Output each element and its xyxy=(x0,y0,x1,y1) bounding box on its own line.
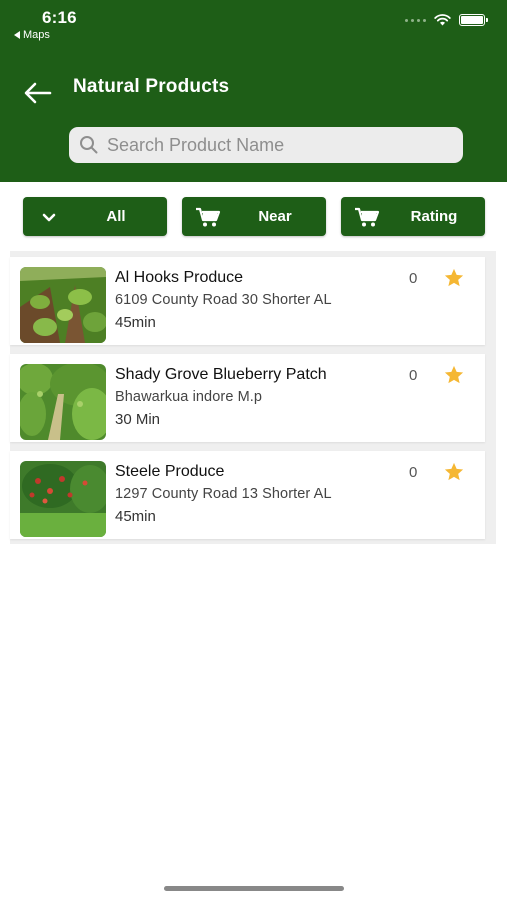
status-indicators xyxy=(405,14,488,26)
star-icon[interactable] xyxy=(443,268,465,288)
filter-bar: All Near Rating xyxy=(0,197,507,237)
status-back-label: Maps xyxy=(23,29,50,41)
cart-icon xyxy=(355,207,380,227)
back-triangle-icon xyxy=(14,31,20,39)
app-header: 6:16 Maps Natural Products xyxy=(0,0,507,182)
product-time: 45min xyxy=(115,314,156,331)
star-icon[interactable] xyxy=(443,365,465,385)
filter-rating-button[interactable]: Rating xyxy=(341,197,485,236)
status-time: 6:16 xyxy=(42,8,77,27)
filter-rating-label: Rating xyxy=(410,208,458,225)
product-name: Al Hooks Produce xyxy=(115,269,244,286)
filter-all-label: All xyxy=(106,208,126,225)
product-card[interactable]: Shady Grove Blueberry Patch Bhawarkua in… xyxy=(10,354,485,442)
chevron-down-icon xyxy=(42,213,56,222)
page-title: Natural Products xyxy=(73,76,230,97)
cart-icon xyxy=(196,207,221,227)
home-indicator[interactable] xyxy=(164,886,344,891)
search-input[interactable] xyxy=(107,134,447,156)
filter-near-button[interactable]: Near xyxy=(182,197,326,236)
star-icon[interactable] xyxy=(443,462,465,482)
search-icon xyxy=(80,136,98,154)
filter-all-button[interactable]: All xyxy=(23,197,167,236)
product-list: Al Hooks Produce 6109 County Road 30 Sho… xyxy=(10,251,496,544)
product-time: 30 Min xyxy=(115,411,161,428)
product-name: Shady Grove Blueberry Patch xyxy=(115,366,327,383)
product-address: Bhawarkua indore M.p xyxy=(115,389,263,405)
product-address: 1297 County Road 13 Shorter AL xyxy=(115,486,332,502)
status-back-to-app[interactable]: Maps xyxy=(14,29,50,41)
search-bar[interactable] xyxy=(69,127,463,163)
product-card[interactable]: Steele Produce 1297 County Road 13 Short… xyxy=(10,451,485,539)
product-address: 6109 County Road 30 Shorter AL xyxy=(115,292,332,308)
rating-count: 0 xyxy=(409,464,418,481)
product-time: 45min xyxy=(115,508,156,525)
wifi-icon xyxy=(434,14,451,26)
signal-icon xyxy=(405,18,426,22)
product-name: Steele Produce xyxy=(115,463,225,480)
product-image xyxy=(20,461,106,537)
rating-count: 0 xyxy=(409,367,418,384)
rating-count: 0 xyxy=(409,270,418,287)
product-image xyxy=(20,364,106,440)
battery-icon xyxy=(459,14,488,26)
filter-near-label: Near xyxy=(258,208,292,225)
product-image xyxy=(20,267,106,343)
product-card[interactable]: Al Hooks Produce 6109 County Road 30 Sho… xyxy=(10,257,485,345)
back-arrow-icon[interactable] xyxy=(22,80,54,106)
